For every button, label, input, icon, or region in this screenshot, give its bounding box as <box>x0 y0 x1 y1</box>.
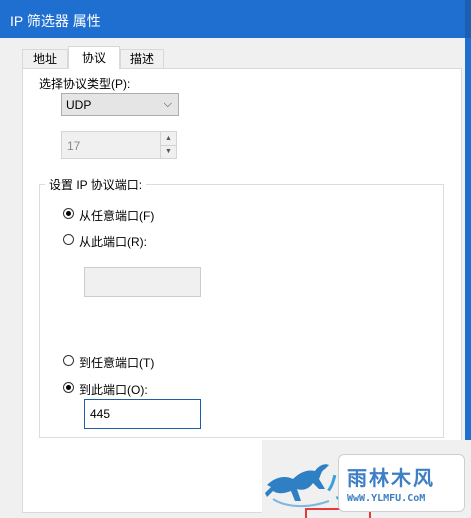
protocol-type-label: 选择协议类型(P): <box>39 77 131 91</box>
title-bar[interactable]: IP 筛选器 属性 <box>0 0 471 38</box>
stepper-down-icon[interactable]: ▼ <box>161 145 176 158</box>
radio-label: 到此端口(O): <box>79 383 148 397</box>
radio-label: 从此端口(R): <box>79 235 147 249</box>
protocol-number-stepper[interactable]: 17 ▲ ▼ <box>61 131 177 159</box>
protocol-type-select[interactable]: UDP ⌵ <box>61 93 179 116</box>
radio-button[interactable] <box>63 208 74 219</box>
watermark-site-name: 雨林木风 <box>347 466 435 490</box>
chevron-down-icon: ⌵ <box>163 98 172 110</box>
watermark-url: WwW.YLMFU.CoM <box>347 493 426 504</box>
ports-group-legend: 设置 IP 协议端口: <box>45 176 147 193</box>
stepper-up-icon[interactable]: ▲ <box>161 132 176 146</box>
radio-selected-dot <box>66 211 71 216</box>
radio-button[interactable] <box>63 382 74 393</box>
radio-label: 从任意端口(F) <box>79 209 155 223</box>
protocol-number-value: 17 <box>67 139 81 153</box>
radio-button[interactable] <box>63 355 74 366</box>
stepper-buttons: ▲ ▼ <box>160 132 176 158</box>
tab-protocol[interactable]: 协议 <box>68 46 120 69</box>
radio-button[interactable] <box>63 234 74 245</box>
to-port-input[interactable]: 445 <box>84 399 201 429</box>
tab-description[interactable]: 描述 <box>120 49 164 68</box>
radio-label: 到任意端口(T) <box>79 356 155 370</box>
title-bar-edge <box>465 0 471 38</box>
from-port-input[interactable] <box>84 267 201 297</box>
window-title: IP 筛选器 属性 <box>10 13 101 29</box>
to-port-value: 445 <box>90 407 111 421</box>
protocol-type-value: UDP <box>66 98 92 112</box>
radio-selected-dot <box>66 385 71 390</box>
watermark-site-logo: 雨林木风 WwW.YLMFU.CoM <box>338 454 465 512</box>
tab-address[interactable]: 地址 <box>22 49 68 68</box>
